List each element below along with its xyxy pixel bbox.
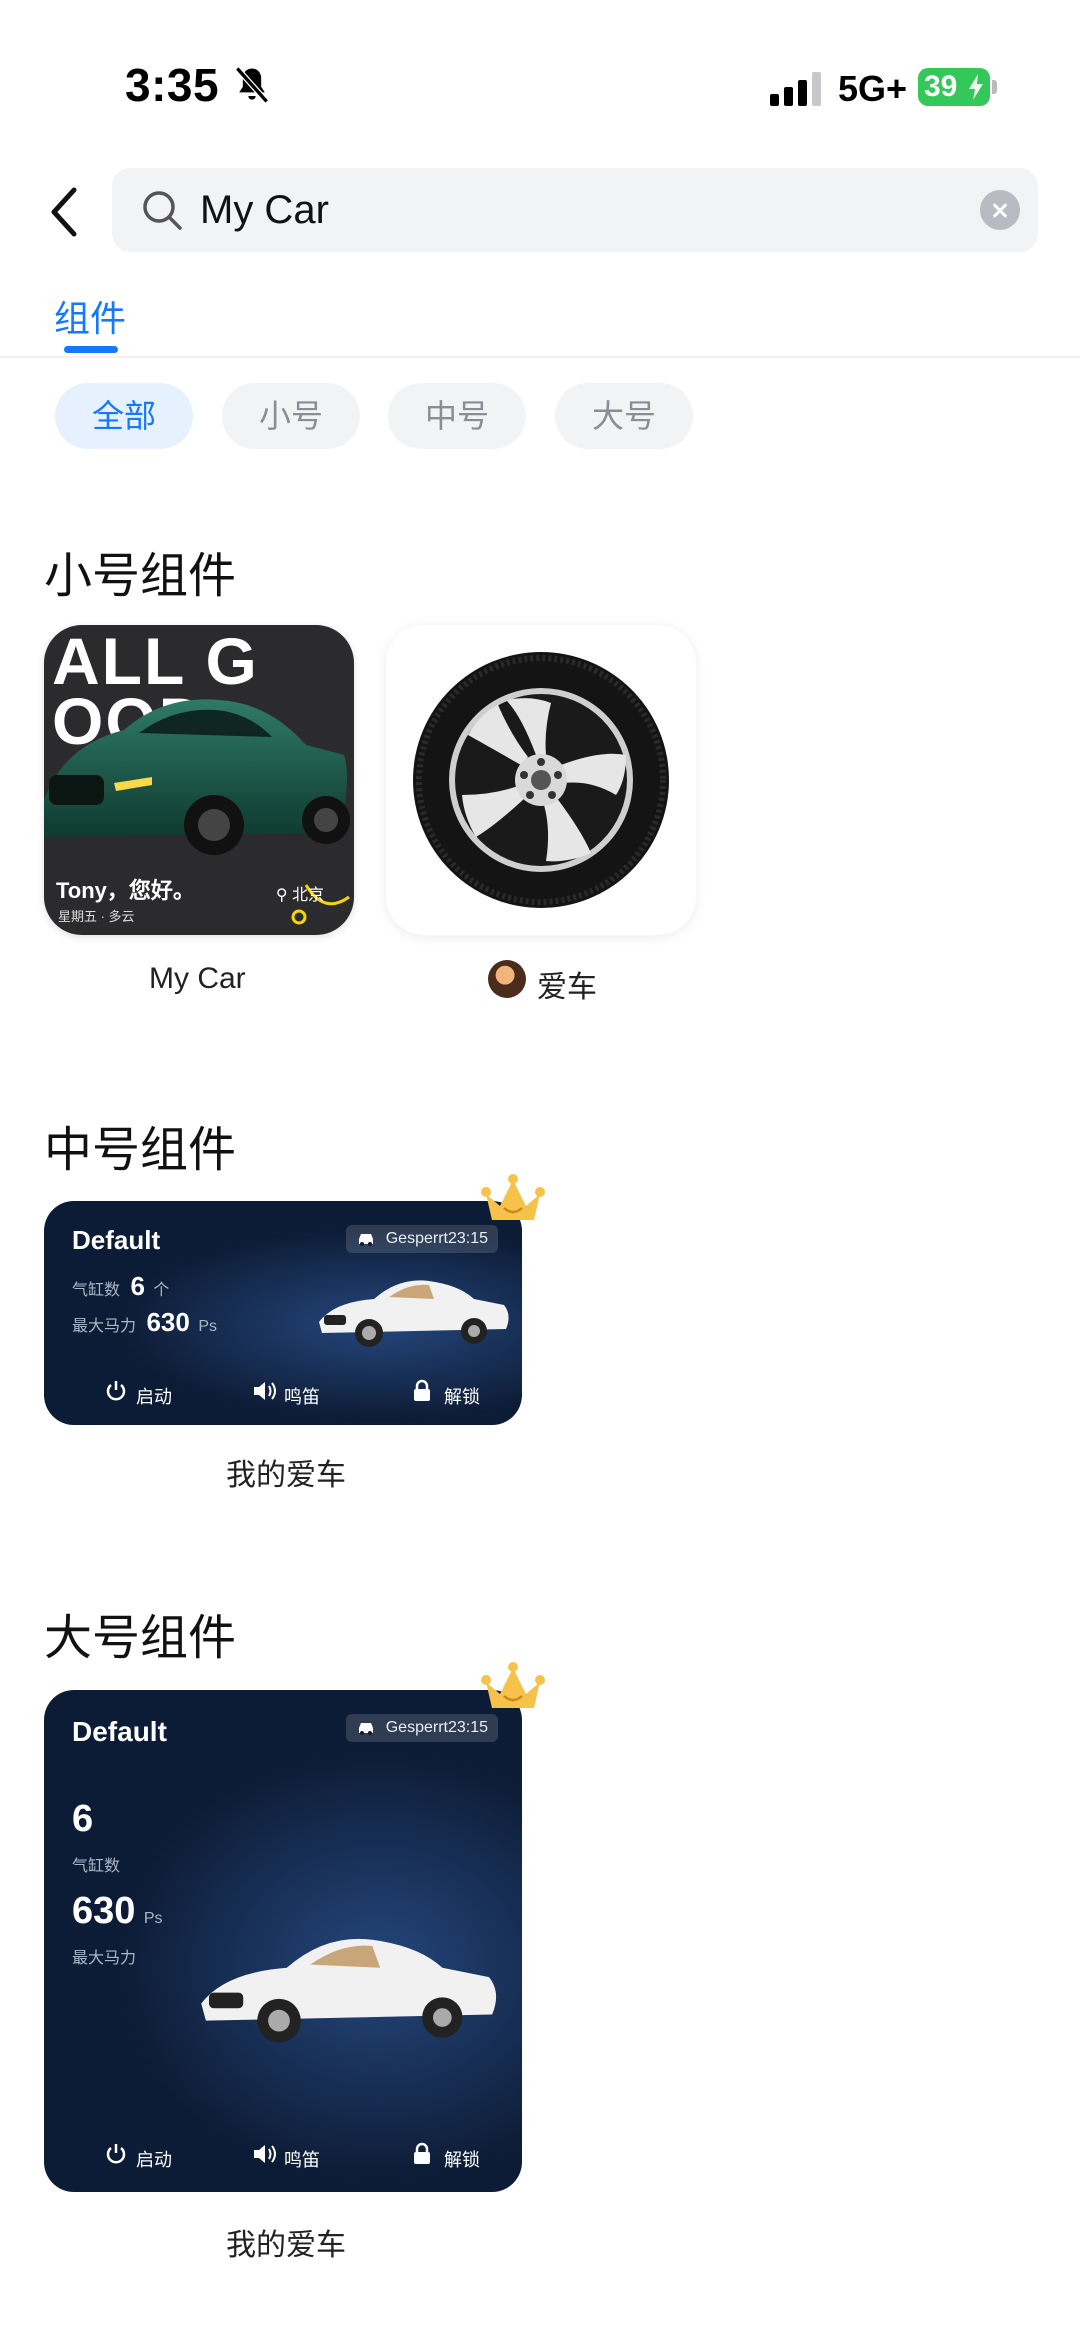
divider	[0, 356, 1080, 358]
battery-nub	[992, 80, 997, 94]
action-horn-label: 鸣笛	[284, 1387, 320, 1407]
action-unlock-label: 解锁	[444, 2150, 480, 2170]
premium-crown-icon	[481, 1174, 545, 1220]
bell-muted-icon	[235, 66, 269, 104]
speaker-icon	[254, 1382, 276, 1400]
filter-chip-medium[interactable]: 中号	[388, 383, 526, 449]
horsepower-row: 最大马力 630 Ps	[72, 1307, 217, 1338]
cylinder-label: 气缸数	[72, 1858, 121, 1875]
filter-chip-large[interactable]: 大号	[555, 383, 693, 449]
lock-status-tag: Gesperrt23:15	[345, 1714, 498, 1742]
clear-search-icon[interactable]	[980, 190, 1020, 230]
widget-large-my-car[interactable]: Default Gesperrt23:15 6 气缸数 630 Ps 最大马力 …	[44, 1690, 522, 2192]
widget-greeting: Tony，您好。	[56, 878, 195, 903]
action-start[interactable]: 启动	[106, 1381, 172, 1409]
horsepower-label: 最大马力	[72, 1950, 137, 1967]
status-bar: 3:35 5G+ 39	[0, 0, 1080, 150]
widget-label-tire: 爱车	[537, 971, 597, 1004]
car-icon	[358, 1234, 373, 1246]
status-time: 3:35	[125, 59, 220, 111]
horsepower-label: 最大马力	[72, 1318, 137, 1335]
widget-weather: 星期五 · 多云	[58, 909, 135, 924]
horsepower-unit: Ps	[143, 1910, 163, 1927]
section-title-medium: 中号组件	[44, 1124, 237, 1177]
cylinder-label: 气缸数	[72, 1282, 121, 1299]
charging-bolt-icon	[969, 74, 983, 100]
cylinder-unit: 个	[153, 1282, 170, 1299]
back-arrow-icon[interactable]	[44, 182, 88, 242]
search-icon	[143, 191, 182, 230]
horsepower-row: 630 Ps	[72, 1890, 163, 1933]
lock-icon	[414, 2142, 430, 2164]
network-type: 5G+	[838, 68, 908, 109]
widget-location: ⚲ 北京	[276, 881, 324, 905]
tab-widgets[interactable]: 组件	[54, 290, 126, 342]
signal-icon	[770, 72, 821, 106]
action-horn[interactable]: 鸣笛	[254, 1382, 320, 1409]
widget-label-large: 我的爱车	[226, 2229, 346, 2262]
widget-my-car[interactable]: ALL GOOD Tony，您好。 星期五 · 多云 ⚲ 北京	[44, 625, 354, 935]
speaker-icon	[254, 2145, 276, 2163]
battery-icon: 39	[918, 68, 990, 106]
lock-status-text: Gesperrt23:15	[385, 1719, 488, 1736]
action-start-label: 启动	[136, 1387, 172, 1407]
action-unlock[interactable]: 解锁	[414, 2142, 480, 2172]
action-horn[interactable]: 鸣笛	[254, 2145, 320, 2172]
location-text: 北京	[291, 887, 324, 904]
white-car-image	[201, 1938, 497, 2043]
tab-indicator	[64, 346, 118, 353]
widget-car-name: Default	[72, 1225, 161, 1255]
car-icon	[358, 1723, 373, 1735]
location-pin-icon: ⚲	[275, 887, 292, 904]
section-title-small: 小号组件	[44, 550, 237, 603]
premium-crown-icon	[481, 1662, 545, 1708]
cylinder-value: 6	[72, 1798, 94, 1840]
white-car-image	[319, 1280, 509, 1347]
widget-label-my-car: My Car	[149, 962, 246, 995]
cylinder-row: 气缸数 6 个	[72, 1271, 169, 1302]
filter-chip-all[interactable]: 全部	[55, 383, 193, 449]
action-start-label: 启动	[136, 2150, 172, 2170]
power-icon	[106, 1381, 126, 1401]
search-input[interactable]: My Car	[200, 188, 329, 233]
cylinder-value: 6	[130, 1271, 145, 1301]
section-title-large: 大号组件	[44, 1612, 237, 1665]
tire-icon	[413, 652, 669, 908]
action-start[interactable]: 启动	[106, 2144, 172, 2172]
lock-status-tag: Gesperrt23:15	[345, 1225, 498, 1253]
action-horn-label: 鸣笛	[284, 2150, 320, 2170]
widget-label-medium: 我的爱车	[226, 1459, 346, 1492]
widget-car-name: Default	[72, 1716, 167, 1747]
widget-tire[interactable]	[386, 625, 696, 935]
lock-icon	[414, 1379, 430, 1401]
action-unlock[interactable]: 解锁	[414, 1379, 480, 1409]
action-unlock-label: 解锁	[444, 1387, 480, 1407]
avatar	[488, 960, 526, 998]
horsepower-value: 630	[146, 1307, 190, 1337]
horsepower-unit: Ps	[198, 1318, 217, 1335]
widget-medium-my-car[interactable]: Default Gesperrt23:15 气缸数 6 个 最大马力 630 P…	[44, 1201, 522, 1425]
battery-level: 39	[924, 70, 958, 103]
filter-chip-small[interactable]: 小号	[222, 383, 360, 449]
horsepower-value: 630	[72, 1890, 136, 1932]
lock-status-text: Gesperrt23:15	[385, 1230, 488, 1247]
power-icon	[106, 2144, 126, 2164]
search-bar[interactable]: My Car	[112, 168, 1038, 252]
